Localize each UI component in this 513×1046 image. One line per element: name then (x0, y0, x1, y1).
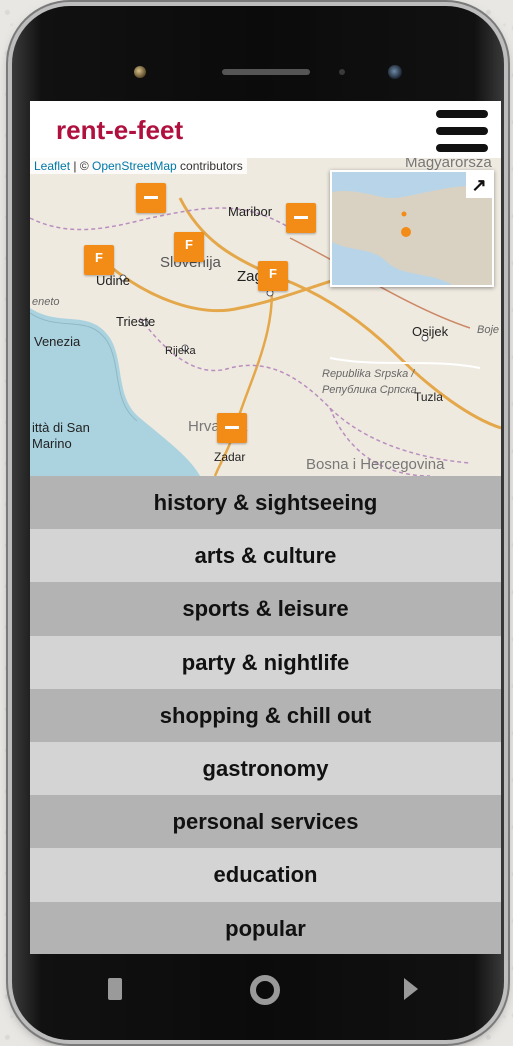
forward-button-icon[interactable] (404, 978, 418, 1000)
location-marker[interactable]: F (174, 232, 204, 262)
osm-link[interactable]: OpenStreetMap (92, 159, 177, 173)
menu-item-party-nightlife[interactable]: party & nightlife (30, 635, 501, 689)
map-label: Republika Srpska / (322, 368, 415, 380)
menu-item-shopping-chill-out[interactable]: shopping & chill out (30, 688, 501, 742)
map-label: Maribor (228, 204, 273, 219)
map-label: Република Српска (322, 384, 417, 396)
map-label: Trieste (116, 314, 156, 329)
location-marker[interactable]: F (258, 261, 288, 291)
android-nav-bar (30, 958, 501, 1024)
map-label: eneto (32, 296, 60, 308)
menu-item-popular[interactable]: popular (30, 901, 501, 954)
proximity-sensor (134, 66, 146, 78)
front-camera (388, 65, 402, 79)
app-header: rent-e-feet (30, 101, 501, 158)
map-view[interactable]: Leaflet | © OpenStreetMap contributors M… (30, 158, 501, 476)
map-label: Zadar (214, 450, 246, 464)
leaflet-link[interactable]: Leaflet (34, 159, 70, 173)
light-sensor (339, 69, 345, 75)
app-screen: rent-e-feet Leaflet | © OpenStreetMap co… (30, 101, 501, 954)
back-button-icon[interactable] (108, 978, 122, 1000)
menu-item-gastronomy[interactable]: gastronomy (30, 741, 501, 796)
map-label: Venezia (34, 334, 81, 349)
map-label: Tuzla (414, 390, 443, 404)
map-label: Osijek (412, 324, 449, 339)
attribution-separator: | © (70, 159, 92, 173)
minimap[interactable]: ↗ (330, 170, 494, 287)
menu-item-history-sightseeing[interactable]: history & sightseeing (30, 476, 501, 530)
location-marker[interactable] (286, 203, 316, 233)
brand-title[interactable]: rent-e-feet (56, 115, 183, 146)
expand-arrow-icon[interactable]: ↗ (466, 172, 492, 198)
menu-item-sports-leisure[interactable]: sports & leisure (30, 582, 501, 636)
map-label: ittà di San Marino (32, 420, 90, 451)
map-label: Boje (477, 324, 500, 336)
location-marker[interactable]: F (84, 245, 114, 275)
hamburger-menu-icon[interactable] (436, 110, 488, 152)
location-marker[interactable] (136, 183, 166, 213)
location-marker[interactable] (217, 413, 247, 443)
map-label: Udine (96, 273, 130, 288)
map-label: Bosna i Hercegovina (306, 456, 445, 473)
earpiece-speaker (222, 69, 310, 75)
menu-item-education[interactable]: education (30, 848, 501, 902)
attribution-contributors: contributors (176, 159, 243, 173)
home-button-icon[interactable] (250, 975, 280, 1005)
menu-item-arts-culture[interactable]: arts & culture (30, 529, 501, 583)
map-attribution: Leaflet | © OpenStreetMap contributors (30, 158, 247, 174)
map-label: Rijeka (165, 345, 196, 357)
menu-item-personal-services[interactable]: personal services (30, 795, 501, 849)
category-menu: history & sightseeing arts & culture spo… (30, 476, 501, 954)
